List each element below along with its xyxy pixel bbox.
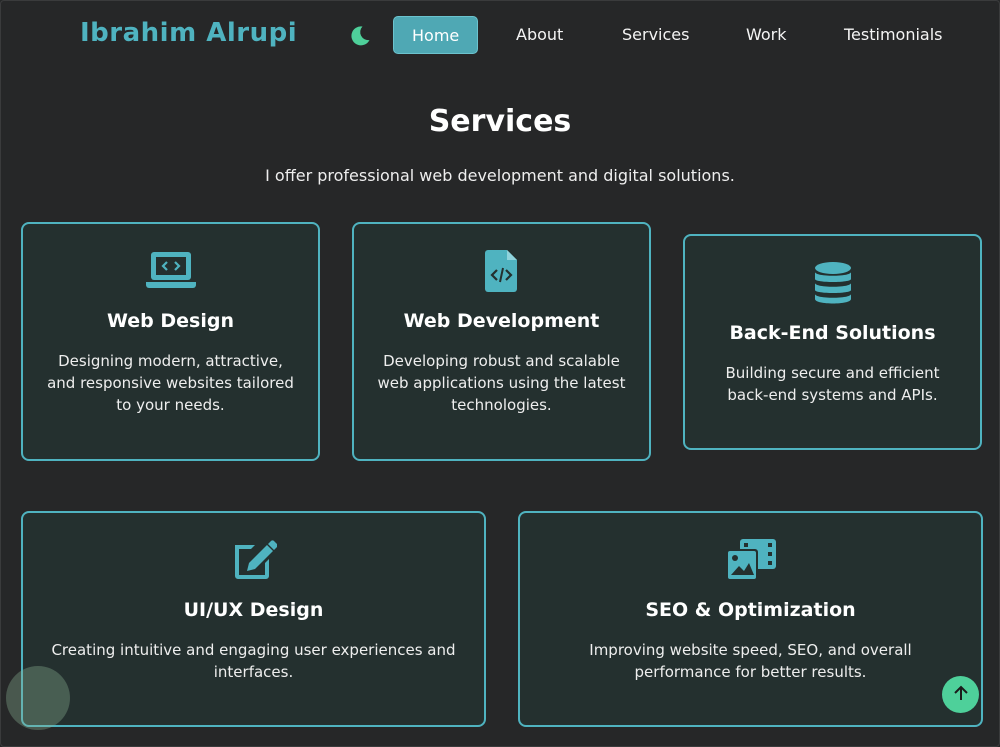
service-title: UI/UX Design (183, 599, 324, 621)
service-description: Creating intuitive and engaging user exp… (51, 641, 456, 681)
service-title: Web Development (403, 310, 600, 332)
section-title: Services (428, 104, 572, 139)
database-icon (705, 262, 960, 304)
laptop-code-icon (43, 250, 298, 292)
service-card-web-development[interactable]: Web Development Developing robust and sc… (352, 222, 651, 461)
service-card-web-design[interactable]: Web Design Designing modern, attractive,… (21, 222, 320, 461)
file-code-icon (374, 250, 629, 292)
watermark-logo (6, 666, 70, 730)
service-card-ui-ux[interactable]: UI/UX Design Creating intuitive and enga… (21, 511, 486, 727)
nav-work[interactable]: Work (728, 16, 805, 54)
moon-icon[interactable] (348, 24, 372, 48)
service-title: Web Design (107, 310, 234, 332)
service-description: Improving website speed, SEO, and overal… (589, 641, 912, 681)
nav-services[interactable]: Services (604, 16, 707, 54)
service-description: Designing modern, attractive, and respon… (47, 352, 294, 414)
section-subtitle: I offer professional web development and… (265, 166, 735, 185)
service-title: Back-End Solutions (729, 322, 936, 344)
arrow-up-icon (952, 684, 970, 706)
edit-icon (43, 539, 464, 581)
service-description: Developing robust and scalable web appli… (377, 352, 626, 414)
service-title: SEO & Optimization (645, 599, 856, 621)
service-card-seo[interactable]: SEO & Optimization Improving website spe… (518, 511, 983, 727)
scroll-to-top-button[interactable] (942, 676, 979, 713)
nav-about[interactable]: About (498, 16, 581, 54)
nav-testimonials[interactable]: Testimonials (826, 16, 961, 54)
site-header: Ibrahim Alrupi Home About Services Work … (0, 0, 1000, 70)
service-card-back-end[interactable]: Back-End Solutions Building secure and e… (683, 234, 982, 450)
brand-logo[interactable]: Ibrahim Alrupi (80, 18, 297, 48)
service-description: Building secure and efficient back-end s… (725, 364, 940, 404)
nav-home[interactable]: Home (393, 16, 479, 54)
photo-film-icon (540, 539, 961, 581)
